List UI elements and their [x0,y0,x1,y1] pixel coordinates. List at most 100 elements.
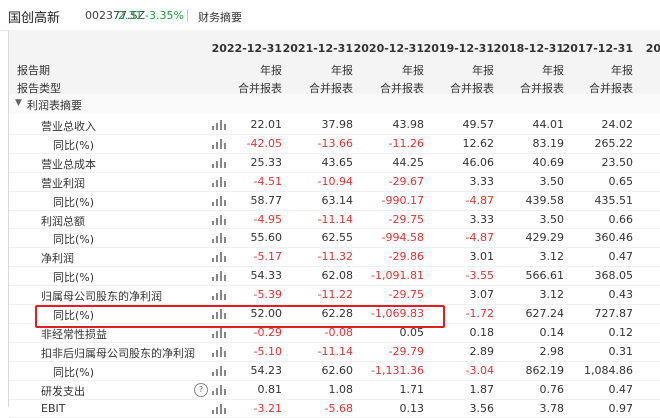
row-label: 净利润 [41,252,74,266]
row-label: 研发支出 [41,384,85,398]
table-cell: 58.77 [250,193,283,207]
table-cell: 360.46 [594,231,634,245]
table-cell: 49.57 [462,118,495,131]
table-cell: 627.24 [525,307,565,320]
highlight-box [35,305,445,328]
tab-financial-summary[interactable]: 财务摘要 [198,9,242,25]
table-cell: 3.33 [469,212,495,226]
table-row[interactable]: 同比(%) 55.60 62.55 -994.58 -4.87 429.29 360.46 [9,229,660,247]
table-cell: 12.62 [462,136,495,150]
table-cell: 0.65 [608,174,634,188]
table-header: 报告期 报告类型 2022-12-31 年报 合并报表 2021-12-31 年报 合并报… [9,30,660,95]
table-cell: 862.19 [525,363,565,377]
table-row[interactable]: 扣非后归属母公司股东的净利润 -5.10 -11.14 -29.79 2.89 2.98 0… [9,343,660,361]
table-cell: 83.19 [532,136,565,150]
table-cell: 3.07 [469,288,495,302]
row-label: 同比(%) [53,138,95,152]
table-row[interactable]: EBIT -3.21 -5.68 0.13 3.56 3.78 0.97 [9,400,660,418]
section-title: 利润表摘要 [27,99,82,112]
column-date[interactable]: 2018-12-31 [492,42,564,55]
column-date[interactable]: 2021-12-31 [281,42,353,55]
table-cell: 63.14 [321,193,354,207]
column-date[interactable]: 2020-12-31 [352,42,424,55]
column-period: 年报 [611,64,633,77]
table-cell: -29.75 [388,288,424,302]
table-cell: -5.68 [324,401,353,415]
table-cell: -4.87 [465,193,494,207]
table-cell: 429.29 [525,231,565,245]
row-label: 营业利润 [41,176,85,190]
table-cell: -11.14 [317,344,353,358]
table-cell: 0.47 [608,250,634,264]
help-icon[interactable]: ? [194,382,208,397]
column-period: 年报 [542,64,564,77]
table-cell: 1.71 [399,382,425,396]
table-cell: -3.04 [465,363,494,377]
table-row[interactable]: 净利润 -5.17 -11.32 -29.86 3.01 3.12 0.47 [9,248,660,266]
table-cell: -11.14 [317,212,353,226]
table-cell: -10.94 [317,174,353,188]
column-period: 年报 [260,64,282,77]
table-cell: -13.66 [317,136,353,150]
table-cell: 439.58 [525,193,565,207]
table-cell: 3.50 [539,174,565,188]
table-cell: -1,091.81 [371,269,424,283]
table-cell: -42.05 [246,136,282,150]
table-row[interactable]: 同比(%) 58.77 63.14 -990.17 -4.87 439.58 435.51 [9,192,660,210]
report-period-label: 报告期 [17,64,50,77]
table-row[interactable]: 归属母公司股东的净利润 -5.39 -11.22 -29.75 3.07 3.12 0.43 [9,286,660,304]
table-cell: -1,131.36 [371,363,424,377]
table-cell: 0.66 [608,212,634,226]
table-cell: 54.23 [250,363,283,377]
column-date[interactable]: 20 [589,42,660,55]
section-income-summary[interactable]: ▼ 利润表摘要 [9,94,660,114]
table-row[interactable]: 同比(%) -42.05 -13.66 -11.26 12.62 83.19 265.22 [9,135,660,153]
table-cell: 3.33 [469,174,495,188]
row-label: 扣非后归属母公司股东的净利润 [41,346,195,360]
company-name[interactable]: 国创高新 [8,7,60,26]
table-cell: 3.12 [539,250,565,264]
row-label: 同比(%) [53,233,95,247]
table-cell: -5.39 [253,288,282,302]
table-cell: 62.55 [321,231,354,245]
financial-table: 报告期 报告类型 2022-12-31 年报 合并报表 2021-12-31 年报 合并报… [8,30,660,418]
table-row[interactable]: 研发支出? 0.81 1.08 1.71 1.87 0.76 0.47 [9,381,660,399]
table-cell: 40.69 [532,155,565,169]
table-cell: -5.10 [253,344,282,358]
table-cell: 1,084.86 [584,363,633,377]
table-row[interactable]: 利润总额 -4.95 -11.14 -29.75 3.33 3.50 0.66 [9,211,660,229]
chevron-down-icon: ▼ [15,98,22,108]
table-cell: 37.98 [321,118,354,131]
table-row[interactable]: 同比(%) 54.33 62.08 -1,091.81 -3.55 566.61 368.0… [9,267,660,285]
table-cell: -11.26 [388,136,424,150]
table-cell: -11.22 [317,288,353,302]
table-cell: 54.33 [250,269,283,283]
table-cell: 22.01 [250,118,283,131]
table-cell: -4.51 [253,174,282,188]
row-label: 同比(%) [53,271,95,285]
table-row[interactable]: 营业总成本 25.33 43.65 44.25 46.06 40.69 23.50 [9,154,660,172]
column-date[interactable]: 2022-12-31 [210,42,282,55]
table-cell: 265.22 [594,136,634,150]
table-cell: 3.01 [469,250,495,264]
table-cell: -990.17 [381,193,424,207]
column-period: 年报 [402,64,424,77]
table-cell: 0.14 [539,325,565,339]
table-cell: 727.87 [594,307,634,320]
table-cell: 3.78 [539,401,565,415]
table-cell: 0.13 [399,401,425,415]
table-row[interactable]: 营业总收入 22.01 37.98 43.98 49.57 44.01 24.02 [9,116,660,134]
table-row[interactable]: 营业利润 -4.51 -10.94 -29.67 3.33 3.50 0.65 [9,173,660,191]
row-label: 营业总成本 [41,157,96,171]
table-cell: 3.50 [539,212,565,226]
table-cell: 62.08 [321,269,354,283]
table-row[interactable]: 同比(%) 54.23 62.60 -1,131.36 -3.04 862.19 1,084… [9,362,660,380]
table-cell: -3.21 [253,401,282,415]
table-cell: 62.60 [321,363,354,377]
table-cell: 0.12 [608,325,634,339]
column-date[interactable]: 2019-12-31 [422,42,494,55]
row-label: EBIT [41,401,66,415]
table-cell: 43.98 [392,118,425,131]
table-cell: -994.58 [381,231,424,245]
table-cell: 44.01 [532,118,565,131]
